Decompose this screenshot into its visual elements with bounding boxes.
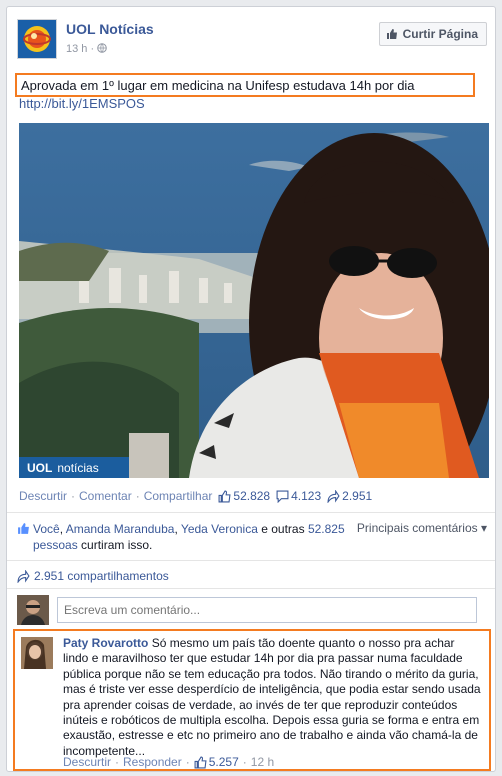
comment-author[interactable]: Paty Rovarotto [63,636,148,650]
you-link[interactable]: Você [33,522,60,536]
uol-brand-logo: UOL [27,460,53,475]
unlike-button[interactable]: Descurtir [19,489,67,503]
post-photo[interactable]: UOL notícias [19,123,489,478]
photo-image [19,123,489,478]
speech-bubble-icon [276,490,289,503]
divider [7,512,495,513]
page-avatar[interactable] [17,19,57,59]
avatar-image [21,637,53,669]
post-action-bar: Descurtir · Comentar · Compartilhar 52.8… [19,489,373,503]
comment-composer [17,594,487,626]
share-arrow-icon [327,489,340,503]
comment-reply-button[interactable]: Responder [123,755,182,769]
comment-text: Só mesmo um país tão doente quanto o nos… [63,636,481,758]
user-avatar[interactable] [17,595,49,625]
post-header: UOL Notícias 13 h · Curtir Página [17,19,487,67]
comment-actions: Descurtir · Responder · 5.257 · 12 h [63,755,275,769]
like-page-button[interactable]: Curtir Página [378,22,487,46]
like-page-label: Curtir Página [402,27,478,41]
thumbs-up-icon [194,756,207,768]
divider [7,588,495,589]
commenter-avatar[interactable] [21,637,53,669]
comment-button[interactable]: Comentar [79,489,132,503]
photo-brand-badge: UOL notícias [19,457,129,478]
post-text: Aprovada em 1º lugar em medicina na Unif… [15,73,475,97]
comment-input[interactable] [57,597,477,623]
photo-brand-label: notícias [57,460,99,475]
comment-body: Paty Rovarotto Só mesmo um país tão doen… [63,636,483,759]
post-card: UOL Notícias 13 h · Curtir Página Aprova… [6,6,496,772]
liker-link[interactable]: Amanda Maranduba [66,522,175,536]
page-name[interactable]: UOL Notícias [66,21,154,37]
comment-time[interactable]: 12 h [251,755,274,769]
divider [7,560,495,561]
post-time[interactable]: 13 h [66,43,87,55]
thumbs-up-icon [18,523,29,534]
shares-count[interactable]: 2.951 [327,489,372,503]
comments-count[interactable]: 4.123 [276,489,321,503]
likes-count[interactable]: 52.828 [218,489,270,503]
top-comments-dropdown[interactable]: Principais comentários ▾ [357,521,487,535]
comment: Paty Rovarotto Só mesmo um país tão doen… [13,629,491,771]
liker-link[interactable]: Yeda Veronica [181,522,258,536]
likes-summary-text: Você, Amanda Maranduba, Yeda Veronica e … [33,522,345,552]
post-meta: 13 h · [66,43,108,55]
thumbs-up-icon [386,29,397,39]
avatar-image [17,595,49,625]
comment-likes-count[interactable]: 5.257 [194,755,239,769]
thumbs-up-icon [218,490,231,502]
comment-unlike-button[interactable]: Descurtir [63,755,111,769]
uol-logo-icon [23,26,51,52]
share-arrow-icon [17,569,30,583]
globe-icon [97,43,108,53]
post-link[interactable]: http://bit.ly/1EMSPOS [19,96,145,111]
share-button[interactable]: Compartilhar [144,489,213,503]
shares-summary[interactable]: 2.951 compartilhamentos [17,569,169,583]
